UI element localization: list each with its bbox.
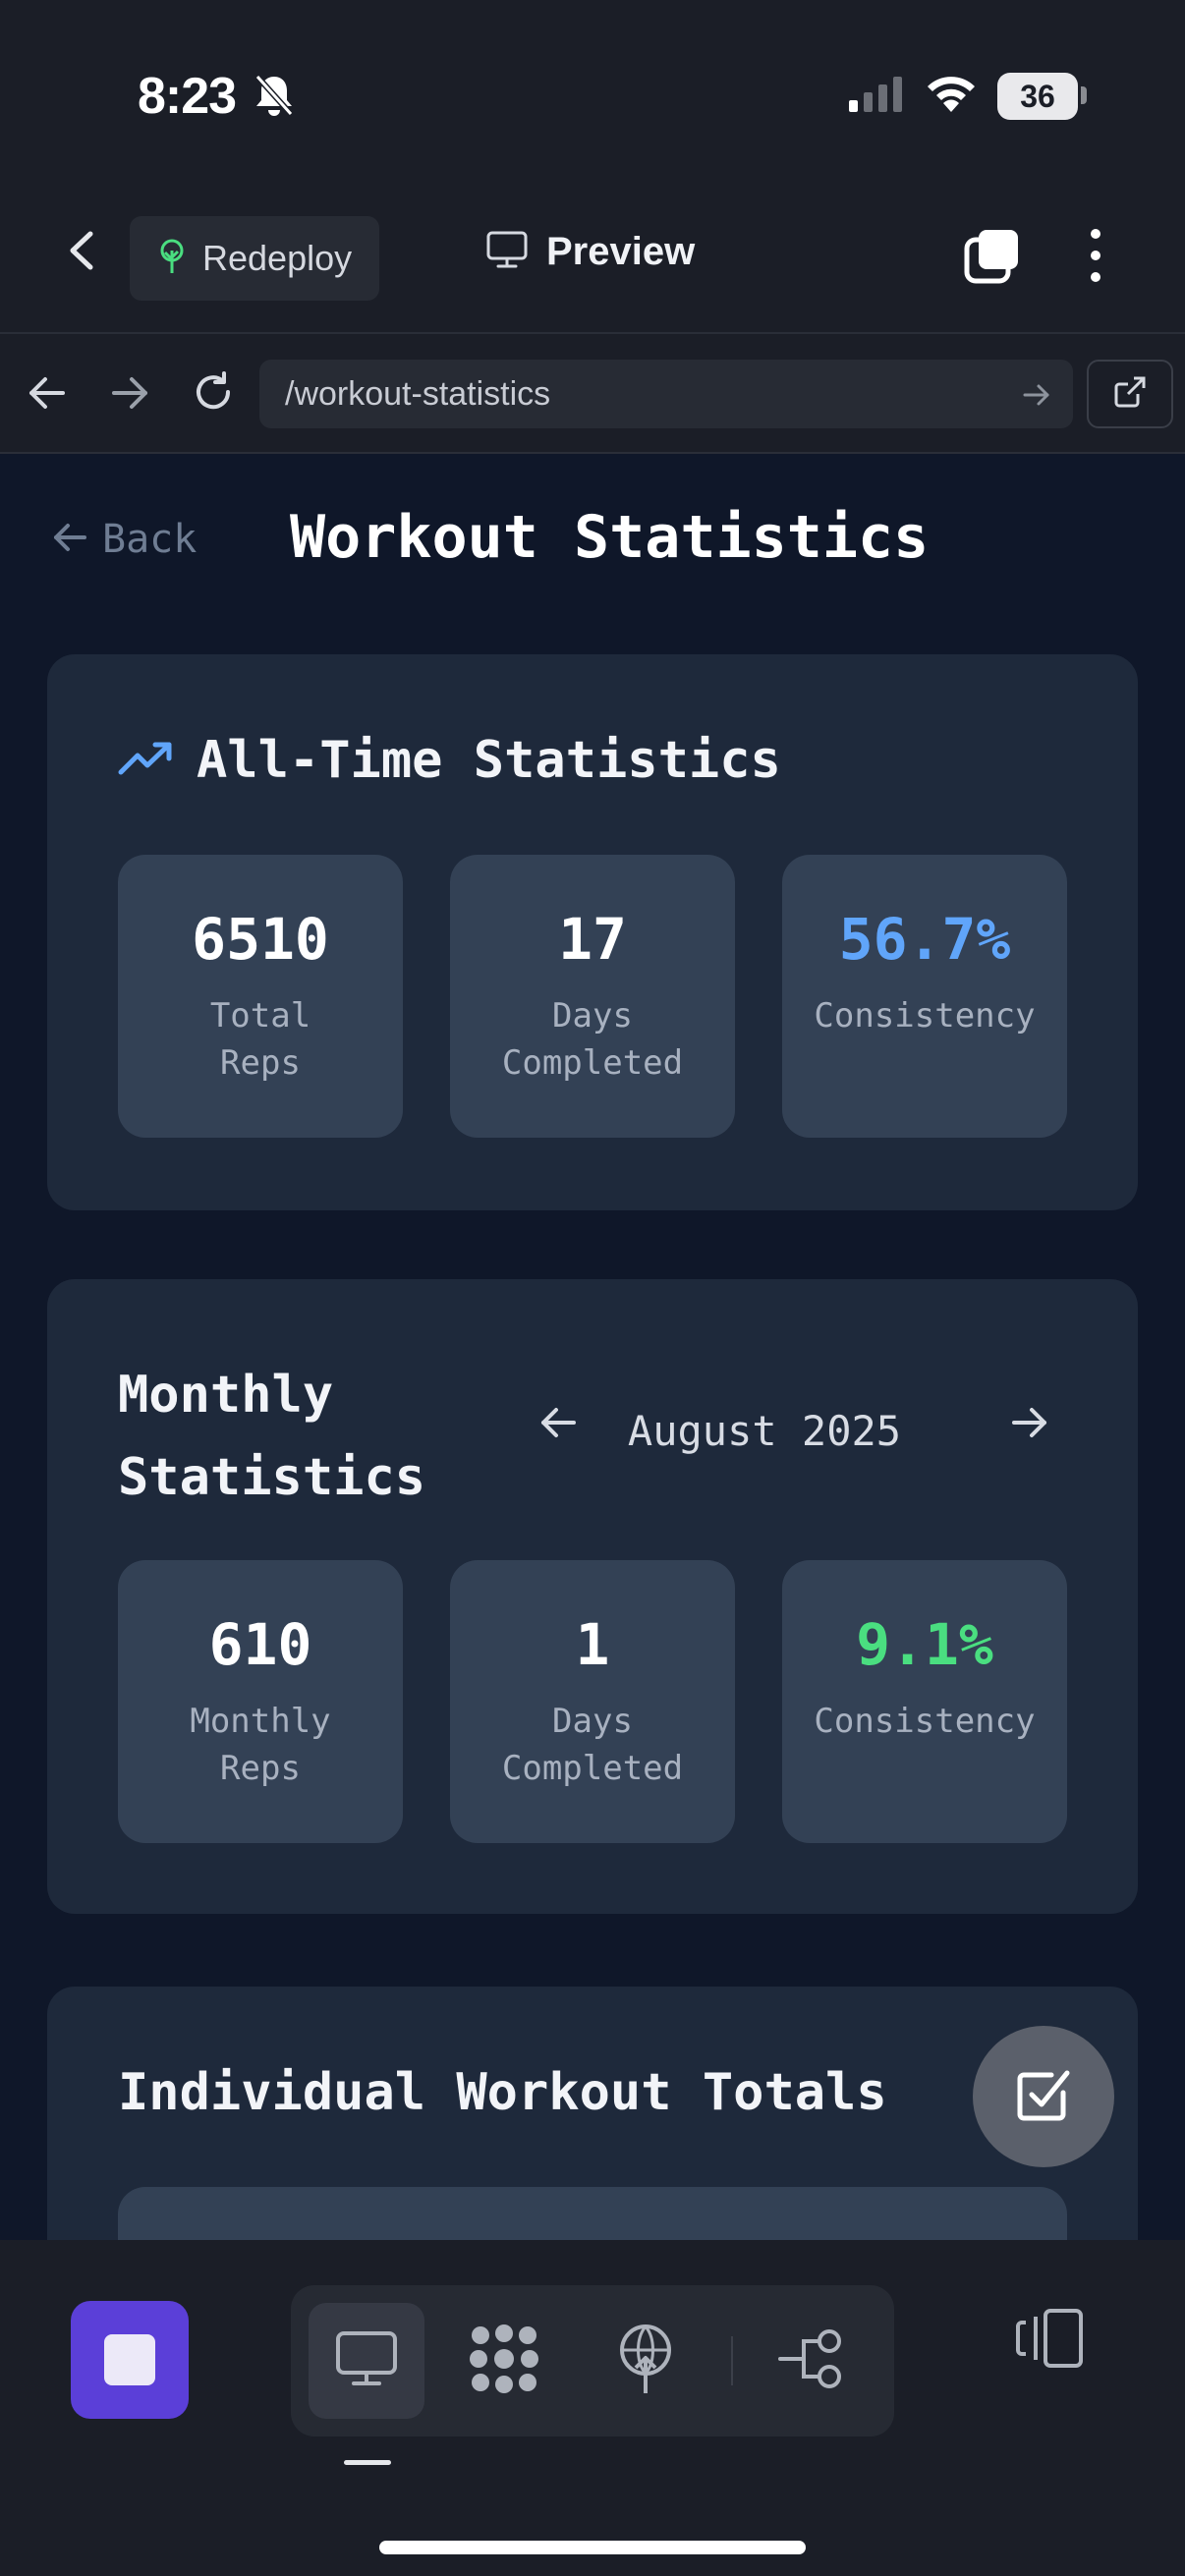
stat-days-completed: 17 Days Completed bbox=[450, 855, 735, 1138]
cluster-mode-button[interactable] bbox=[446, 2303, 562, 2419]
stat-value: 1 bbox=[575, 1611, 610, 1678]
stat-label: Consistency bbox=[814, 1702, 1036, 1741]
stat-days-completed: 1 Days Completed bbox=[450, 1560, 735, 1843]
stop-button[interactable] bbox=[71, 2301, 189, 2419]
redeploy-label: Redeploy bbox=[202, 238, 353, 278]
arrow-right-icon[interactable] bbox=[108, 373, 151, 418]
stat-label: Total Reps bbox=[209, 996, 311, 1083]
wifi-icon bbox=[924, 71, 979, 119]
back-label: Back bbox=[102, 517, 198, 562]
workout-total-item bbox=[118, 2187, 1067, 2240]
flow-mode-button[interactable] bbox=[753, 2303, 869, 2419]
month-label: August 2025 bbox=[627, 1407, 902, 1455]
battery-nub bbox=[1081, 86, 1087, 104]
stat-total-reps: 6510 Total Reps bbox=[118, 855, 403, 1138]
previous-month-button[interactable] bbox=[538, 1405, 578, 1445]
bell-slash-icon bbox=[254, 73, 295, 123]
arrow-left-icon bbox=[51, 521, 88, 558]
chevron-left-icon[interactable] bbox=[59, 226, 108, 275]
stat-value: 610 bbox=[208, 1611, 312, 1678]
stat-value: 17 bbox=[558, 906, 627, 973]
app-toolbar: Redeploy Preview bbox=[0, 187, 1185, 334]
deploy-icon bbox=[614, 2323, 677, 2400]
preview-mode-button[interactable] bbox=[309, 2303, 424, 2419]
battery-icon: 36 bbox=[997, 73, 1078, 120]
stat-label: Days Completed bbox=[501, 1702, 684, 1788]
preview-tab[interactable]: Preview bbox=[485, 230, 695, 274]
open-external-button[interactable] bbox=[1087, 360, 1173, 428]
stat-consistency: 9.1% Consistency bbox=[782, 1560, 1067, 1843]
preview-label: Preview bbox=[546, 230, 696, 273]
stat-label: Monthly Reps bbox=[190, 1702, 331, 1788]
back-link[interactable]: Back bbox=[51, 517, 197, 562]
monthly-statistics-card: Monthly Statistics August 2025 610 Month… bbox=[47, 1279, 1138, 1914]
stat-label: Consistency bbox=[814, 996, 1036, 1036]
stat-monthly-reps: 610 Monthly Reps bbox=[118, 1560, 403, 1843]
status-bar: 8:23 36 bbox=[0, 0, 1185, 187]
trending-up-icon bbox=[118, 739, 175, 783]
tree-icon bbox=[155, 238, 189, 280]
checklist-fab[interactable] bbox=[973, 2026, 1114, 2167]
checkbox-icon bbox=[1010, 2061, 1077, 2133]
cellular-signal-icon bbox=[847, 75, 906, 119]
stat-label: Days Completed bbox=[501, 996, 684, 1083]
bottom-bar bbox=[0, 2240, 1185, 2576]
more-vertical-icon[interactable] bbox=[1081, 226, 1110, 290]
page-title: Workout Statistics bbox=[290, 503, 930, 572]
arrow-right-icon[interactable] bbox=[1022, 381, 1051, 414]
monitor-icon bbox=[334, 2329, 399, 2393]
deploy-mode-button[interactable] bbox=[588, 2303, 704, 2419]
active-mode-indicator bbox=[344, 2460, 391, 2465]
stat-value: 56.7% bbox=[838, 906, 1011, 973]
stat-consistency: 56.7% Consistency bbox=[782, 855, 1067, 1138]
status-time: 8:23 bbox=[138, 68, 237, 125]
tabs-icon[interactable] bbox=[963, 226, 1022, 290]
flow-icon bbox=[776, 2327, 845, 2395]
external-link-icon bbox=[1112, 374, 1148, 415]
url-text: /workout-statistics bbox=[285, 374, 551, 413]
stat-value: 9.1% bbox=[856, 1611, 993, 1678]
arrow-left-icon[interactable] bbox=[26, 373, 69, 418]
view-mode-group bbox=[291, 2285, 894, 2436]
divider bbox=[731, 2336, 733, 2385]
individual-heading: Individual Workout Totals bbox=[118, 2063, 887, 2122]
url-bar: /workout-statistics bbox=[0, 334, 1185, 454]
home-indicator bbox=[379, 2541, 806, 2554]
monthly-heading: Monthly Statistics bbox=[118, 1366, 426, 1507]
reload-icon[interactable] bbox=[191, 369, 236, 420]
stat-value: 6510 bbox=[192, 906, 329, 973]
cluster-icon bbox=[467, 2322, 541, 2401]
all-time-heading-label: All-Time Statistics bbox=[197, 731, 781, 790]
device-toggle-icon[interactable] bbox=[1012, 2307, 1087, 2375]
all-time-statistics-card: All-Time Statistics 6510 Total Reps 17 D… bbox=[47, 654, 1138, 1210]
redeploy-button[interactable]: Redeploy bbox=[130, 216, 379, 301]
all-time-heading: All-Time Statistics bbox=[118, 731, 781, 790]
web-content: Back Workout Statistics All-Time Statist… bbox=[0, 454, 1185, 2240]
stop-icon bbox=[104, 2334, 155, 2385]
monitor-icon bbox=[485, 230, 529, 274]
next-month-button[interactable] bbox=[1010, 1405, 1049, 1445]
url-field[interactable]: /workout-statistics bbox=[259, 360, 1073, 428]
